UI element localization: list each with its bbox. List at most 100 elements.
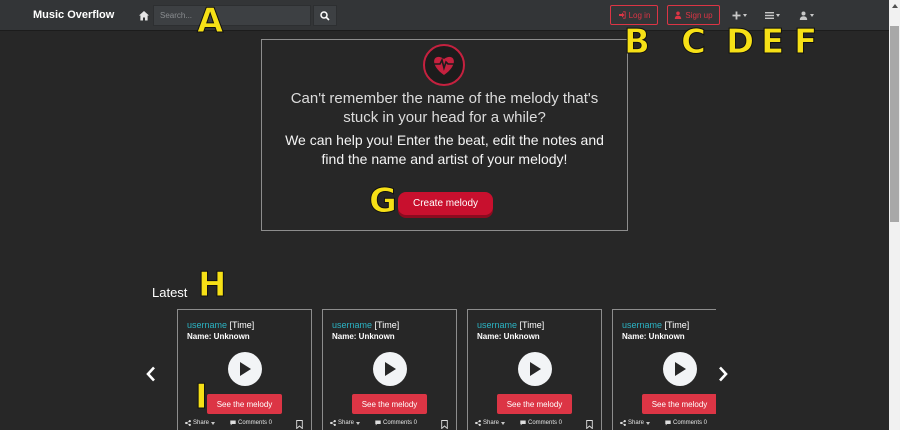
comments-link[interactable]: Comments 0 — [665, 420, 707, 426]
card-author: username [Time] — [622, 320, 689, 330]
username-link[interactable]: username — [187, 320, 227, 330]
username-link[interactable]: username — [622, 320, 662, 330]
marker-c: C — [681, 22, 707, 62]
melody-name: Name: Unknown — [187, 332, 250, 341]
bars-icon — [765, 11, 774, 19]
search-input[interactable] — [153, 5, 311, 26]
comment-icon — [665, 420, 671, 426]
marker-a: A — [196, 1, 224, 41]
marker-f: F — [793, 22, 818, 62]
bookmark-icon[interactable] — [586, 420, 593, 429]
see-melody-button[interactable]: See the melody — [352, 394, 427, 414]
hero-panel: Can't remember the name of the melody th… — [261, 39, 628, 231]
comments-link[interactable]: Comments 0 — [230, 420, 272, 426]
share-dropdown[interactable]: Share — [185, 420, 216, 426]
see-melody-button[interactable]: See the melody — [497, 394, 572, 414]
marker-d: D — [725, 22, 755, 62]
comment-icon — [230, 420, 236, 426]
share-label: Share — [483, 420, 500, 426]
card-time: [Time] — [374, 320, 400, 330]
comment-icon — [520, 420, 526, 426]
user-icon — [799, 11, 808, 20]
play-icon — [240, 362, 251, 376]
card-time: [Time] — [664, 320, 690, 330]
card-author: username [Time] — [187, 320, 254, 330]
comments-link[interactable]: Comments 0 — [375, 420, 417, 426]
comments-label: Comments 0 — [528, 420, 563, 426]
chevron-down-icon — [211, 421, 216, 425]
play-button[interactable] — [518, 352, 552, 386]
share-label: Share — [628, 420, 645, 426]
heartbeat-icon — [423, 44, 465, 86]
bookmark-icon[interactable] — [441, 420, 448, 429]
share-dropdown[interactable]: Share — [330, 420, 361, 426]
melody-card: username [Time] Name: Unknown See the melo… — [612, 309, 716, 430]
chevron-down-icon — [501, 421, 506, 425]
play-button[interactable] — [373, 352, 407, 386]
comments-link[interactable]: Comments 0 — [520, 420, 562, 426]
card-time: [Time] — [229, 320, 255, 330]
account-dropdown[interactable] — [799, 9, 814, 21]
latest-heading: Latest — [152, 285, 188, 300]
user-icon — [675, 11, 682, 19]
share-dropdown[interactable]: Share — [475, 420, 506, 426]
play-button[interactable] — [663, 352, 697, 386]
comments-label: Comments 0 — [673, 420, 708, 426]
comments-label: Comments 0 — [238, 420, 273, 426]
scrollbar-thumb[interactable] — [890, 26, 899, 222]
username-link[interactable]: username — [477, 320, 517, 330]
chevron-down-icon — [356, 421, 361, 425]
play-icon — [385, 362, 396, 376]
melody-card: username [Time] Name: Unknown See the melo… — [322, 309, 457, 430]
melody-name: Name: Unknown — [332, 332, 395, 341]
navbar: Music Overflow Log in Sign up — [0, 0, 889, 31]
search-button[interactable] — [313, 5, 337, 26]
play-icon — [675, 362, 686, 376]
brand-logo[interactable]: Music Overflow — [33, 9, 114, 21]
marker-e: E — [760, 22, 785, 62]
melody-card: username [Time] Name: Unknown See the melo… — [467, 309, 602, 430]
share-label: Share — [338, 420, 355, 426]
share-icon — [475, 420, 481, 426]
signup-label: Sign up — [685, 10, 713, 20]
latest-carousel: username [Time] Name: Unknown See the melo… — [0, 309, 716, 430]
chevron-down-icon — [810, 13, 814, 17]
marker-i: I — [195, 377, 209, 417]
chevron-down-icon — [743, 13, 747, 17]
see-melody-button[interactable]: See the melody — [642, 394, 716, 414]
share-label: Share — [193, 420, 210, 426]
plus-icon — [732, 11, 741, 19]
hero-title: Can't remember the name of the melody th… — [290, 90, 599, 126]
bookmark-icon[interactable] — [296, 420, 303, 429]
create-melody-button[interactable]: Create melody — [398, 192, 493, 215]
share-icon — [620, 420, 626, 426]
see-melody-button[interactable]: See the melody — [207, 394, 282, 414]
comments-label: Comments 0 — [383, 420, 418, 426]
comment-icon — [375, 420, 381, 426]
play-button[interactable] — [228, 352, 262, 386]
add-dropdown[interactable] — [732, 9, 747, 21]
sign-in-icon — [618, 11, 626, 19]
menu-dropdown[interactable] — [765, 9, 780, 21]
chevron-right-icon[interactable] — [717, 366, 729, 382]
card-footer: Share Comments 0 — [330, 419, 452, 429]
card-footer: Share Comments 0 — [185, 419, 307, 429]
card-time: [Time] — [519, 320, 545, 330]
scroll-up-icon[interactable] — [892, 4, 898, 8]
username-link[interactable]: username — [332, 320, 372, 330]
marker-b: B — [624, 22, 651, 62]
marker-h: H — [197, 265, 227, 305]
share-dropdown[interactable]: Share — [620, 420, 651, 426]
login-label: Log in — [628, 10, 651, 20]
card-author: username [Time] — [477, 320, 544, 330]
chevron-down-icon — [776, 13, 780, 17]
card-footer: Share Comments 0 — [475, 419, 597, 429]
card-author: username [Time] — [332, 320, 399, 330]
play-icon — [530, 362, 541, 376]
share-icon — [330, 420, 336, 426]
home-icon[interactable] — [138, 9, 150, 21]
melody-name: Name: Unknown — [622, 332, 685, 341]
card-footer: Share Comments 0 — [620, 419, 716, 429]
chevron-down-icon — [646, 421, 651, 425]
marker-g: G — [369, 181, 398, 221]
